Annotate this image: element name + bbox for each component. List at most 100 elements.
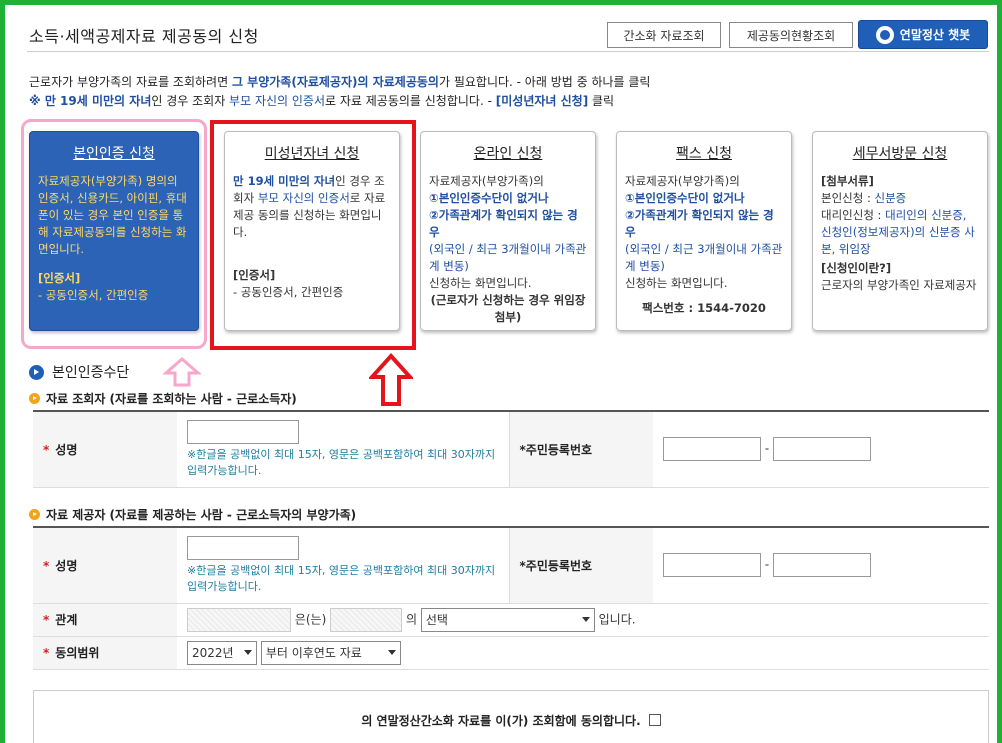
page-frame: 소득·세액공제자료 제공동의 신청 간소화 자료조회 제공동의현황조회 연말정산…: [5, 5, 997, 743]
year-select-value: 2022년: [192, 646, 234, 660]
card-visit-s2a: 대리인신청 :: [821, 208, 886, 222]
viewer-form: * 성명 ※한글을 공백없이 최대 15자, 영문은 공백포함하여 최대 30자까…: [33, 410, 989, 488]
card-visit-title: 세무서방문 신청: [852, 146, 948, 162]
intro-text-2c: 부모 자신의 인증서: [229, 94, 325, 108]
card-fax-l4: (외국인 / 최근 3개월이내 가족관계 변동): [625, 242, 783, 273]
card-online-title: 온라인 신청: [473, 146, 543, 162]
simple-lookup-button[interactable]: 간소화 자료조회: [607, 22, 721, 48]
provider-name-label: * 성명: [33, 527, 177, 604]
card-online-l6: (근로자가 신청하는 경우 위임장 첨부): [430, 293, 586, 324]
relation-text-2: 의: [405, 612, 417, 626]
relation-label-text: 관계: [55, 613, 78, 627]
relation-label: * 관계: [33, 603, 177, 637]
relation-viewer-field: [187, 607, 291, 632]
card-online-l5: 신청하는 화면입니다.: [429, 276, 532, 290]
card-visit-s1: 본인신청 : 신분증: [821, 190, 979, 207]
chevron-down-icon: [244, 650, 252, 655]
viewer-name-label-text: 성명: [55, 442, 78, 457]
card-fax-number: 팩스번호 : 1544-7020: [642, 301, 766, 315]
intro-text-2d: 로 자료 제공동의를 신청합니다. -: [325, 94, 496, 108]
card-visit-sec2: [신청인이란?]: [821, 261, 892, 275]
range-label: * 동의범위: [33, 636, 177, 670]
intro-text-2b: 인 경우 조회자: [151, 94, 230, 108]
card-online-l4: (외국인 / 최근 3개월이내 가족관계 변동): [429, 242, 587, 273]
intro-text-1a: 근로자가 부양가족의 자료를 조회하려면: [29, 75, 232, 89]
viewer-name-input[interactable]: [187, 419, 299, 444]
chevron-down-icon: [387, 650, 396, 655]
viewer-bullet-icon: [29, 393, 40, 404]
intro-text-2a: ※ 만 19세 미만의 자녀: [29, 94, 152, 108]
card-fax-l5: 신청하는 화면입니다.: [625, 276, 728, 290]
red-up-arrow-icon: [369, 353, 413, 406]
provider-subtitle-text: 자료 제공자 (자료를 제공하는 사람 - 근로소득자의 부양가족): [46, 508, 357, 522]
required-mark: *: [43, 613, 50, 627]
provider-name-label-text: 성명: [55, 558, 78, 573]
provider-bullet-icon: [29, 509, 40, 520]
consent-status-button[interactable]: 제공동의현황조회: [729, 22, 853, 48]
card-visit-s1b: 신분증: [874, 191, 907, 205]
card-online-l3: ②가족관계가 확인되지 않는 경우: [429, 208, 578, 239]
intro-text-2f: 클릭: [588, 94, 615, 108]
provider-form: * 성명 ※한글을 공백없이 최대 15자, 영문은 공백포함하여 최대 30자까…: [33, 526, 989, 670]
card-fax-l1: 자료제공자(부양가족)의: [625, 174, 740, 188]
intro-text-2e: [미성년자녀 신청]: [495, 94, 589, 108]
card-online[interactable]: 온라인 신청 자료제공자(부양가족)의 ①본인인증수단이 없거나 ②가족관계가 …: [420, 131, 596, 331]
card-visit-s2: 대리인신청 : 대리인의 신분증, 신청인(정보제공자)의 신분증 사본, 위임…: [821, 207, 979, 258]
intro-text: 근로자가 부양가족의 자료를 조회하려면 그 부양가족(자료제공자)의 자료제공…: [29, 73, 650, 111]
relation-text-3: 입니다.: [598, 612, 636, 626]
viewer-subtitle: 자료 조회자 (자료를 조회하는 사람 - 근로소득자): [29, 390, 297, 407]
card-fax-title: 팩스 신청: [676, 146, 732, 162]
page-title: 소득·세액공제자료 제공동의 신청: [29, 27, 259, 46]
pink-highlight-box: [21, 119, 207, 349]
agreement-box: 의 연말정산간소화 자료를 이(가) 조회함에 동의합니다.: [33, 690, 989, 743]
viewer-name-note: ※한글을 공백없이 최대 15자, 영문은 공백포함하여 최대 30자까지 입력…: [187, 447, 496, 477]
card-online-l1: 자료제공자(부양가족)의: [429, 174, 544, 188]
card-fax-l3: ②가족관계가 확인되지 않는 경우: [625, 208, 774, 239]
section-bullet-icon: [29, 364, 44, 380]
agreement-text: 의 연말정산간소화 자료를 이(가) 조회함에 동의합니다.: [361, 713, 641, 728]
range-select[interactable]: 부터 이후연도 자료: [260, 640, 401, 665]
provider-subtitle: 자료 제공자 (자료를 제공하는 사람 - 근로소득자의 부양가족): [29, 506, 356, 523]
rrn-dash: -: [764, 557, 770, 572]
range-select-value: 부터 이후연도 자료: [265, 646, 362, 660]
card-fax-l2: ①본인인증수단이 없거나: [625, 191, 745, 205]
provider-name-note: ※한글을 공백없이 최대 15자, 영문은 공백포함하여 최대 30자까지 입력…: [187, 563, 496, 593]
section-title: 본인인증수단: [29, 362, 129, 382]
viewer-subtitle-text: 자료 조회자 (자료를 조회하는 사람 - 근로소득자): [46, 392, 297, 406]
year-select[interactable]: 2022년: [187, 640, 257, 665]
relation-select[interactable]: 선택: [420, 607, 595, 632]
provider-rrn-front-input[interactable]: [663, 553, 761, 578]
viewer-rrn-front-input[interactable]: [663, 437, 761, 462]
required-mark: *: [43, 558, 50, 573]
title-divider: [27, 51, 989, 52]
card-fax[interactable]: 팩스 신청 자료제공자(부양가족)의 ①본인인증수단이 없거나 ②가족관계가 확…: [616, 131, 792, 331]
pink-up-arrow-icon: [163, 357, 201, 387]
relation-provider-field: [330, 607, 403, 632]
required-mark: *: [43, 646, 50, 660]
chatbot-icon: [875, 25, 894, 44]
card-visit-s3: 근로자의 부양가족인 자료제공자: [821, 278, 977, 292]
viewer-rrn-label: *주민등록번호: [508, 411, 653, 488]
intro-text-1b: 그 부양가족(자료제공자)의 자료제공동의: [231, 75, 439, 89]
rrn-dash: -: [764, 441, 770, 456]
relation-select-value: 선택: [425, 613, 448, 627]
chatbot-button[interactable]: 연말정산 챗봇: [858, 20, 988, 49]
red-highlight-box: [210, 120, 416, 350]
viewer-rrn-label-text: 주민등록번호: [525, 442, 593, 457]
viewer-rrn-back-input[interactable]: [773, 437, 871, 462]
range-label-text: 동의범위: [55, 646, 100, 660]
agreement-checkbox[interactable]: [648, 714, 661, 726]
required-mark: *: [43, 442, 50, 457]
card-visit-sec1: [첨부서류]: [821, 174, 874, 188]
provider-rrn-label-text: 주민등록번호: [525, 558, 593, 573]
intro-text-1c: 가 필요합니다. - 아래 방법 중 하나를 클릭: [438, 75, 651, 89]
viewer-name-label: * 성명: [33, 411, 177, 488]
provider-rrn-label: *주민등록번호: [508, 527, 653, 604]
chevron-down-icon: [581, 617, 590, 622]
provider-rrn-back-input[interactable]: [773, 553, 871, 578]
card-visit-office[interactable]: 세무서방문 신청 [첨부서류] 본인신청 : 신분증 대리인신청 : 대리인의 …: [812, 131, 988, 331]
card-visit-s1a: 본인신청 :: [821, 191, 875, 205]
section-title-text: 본인인증수단: [52, 365, 130, 381]
provider-name-input[interactable]: [187, 535, 299, 560]
relation-text-1: 은(는): [294, 612, 327, 626]
